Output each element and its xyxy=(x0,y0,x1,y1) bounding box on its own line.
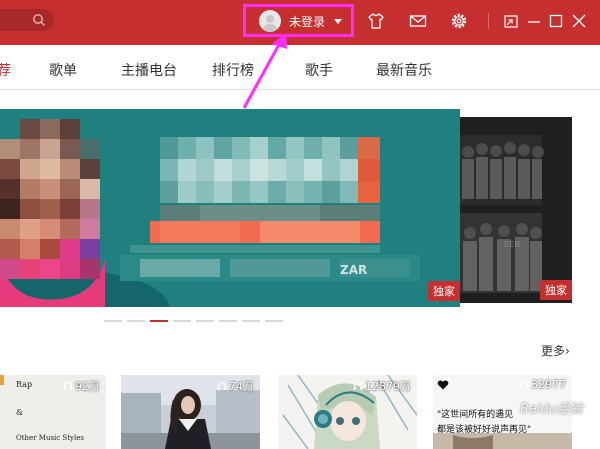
svg-text:EEN: EEN xyxy=(504,240,520,249)
search-icon xyxy=(33,14,45,26)
tab-recommend[interactable]: 荐 xyxy=(0,60,11,80)
play-count: 74万 xyxy=(217,378,254,394)
playlist-card[interactable]: 12879万 xyxy=(278,375,417,449)
title-bar: 未登录 xyxy=(0,0,600,45)
headphones-icon xyxy=(353,381,363,390)
cover-text: & xyxy=(16,408,24,417)
banner-main[interactable]: ZAR 独家 xyxy=(0,109,460,307)
play-count: 12879万 xyxy=(353,378,411,394)
heart-icon xyxy=(437,380,449,390)
play-count: 32977 xyxy=(519,378,566,391)
shirt-icon[interactable] xyxy=(366,11,386,31)
more-link[interactable]: 更多› xyxy=(541,342,570,359)
cover-text: Rap xyxy=(16,380,33,389)
carousel-dot-active[interactable] xyxy=(150,320,168,322)
carousel-dot[interactable] xyxy=(104,320,122,322)
carousel-dot[interactable] xyxy=(196,320,214,322)
minimize-icon[interactable] xyxy=(524,11,544,31)
headphones-icon xyxy=(519,379,529,388)
carousel-dot[interactable] xyxy=(127,320,145,322)
cover-text: 都是该被好好说声再见" xyxy=(437,425,532,435)
play-count: 92万 xyxy=(63,378,100,394)
close-icon[interactable] xyxy=(569,11,589,31)
carousel-dot[interactable] xyxy=(219,320,237,322)
mail-icon[interactable] xyxy=(408,11,428,31)
search-box[interactable] xyxy=(0,9,54,31)
maximize-icon[interactable] xyxy=(546,11,566,31)
chevron-right-icon: › xyxy=(565,344,570,358)
watermark: Baidu经验 xyxy=(520,402,583,417)
carousel-dot[interactable] xyxy=(242,320,260,322)
banner-image: ZAR xyxy=(0,119,420,307)
exclusive-badge: 独家 xyxy=(428,281,460,301)
cover-text: "这世间所有的遇见 xyxy=(437,410,514,420)
tab-charts[interactable]: 排行榜 xyxy=(212,60,254,80)
tab-new-music[interactable]: 最新音乐 xyxy=(376,60,432,80)
banner-side[interactable]: EEN 独家 xyxy=(460,117,572,303)
carousel-dot[interactable] xyxy=(265,320,283,322)
playlist-card[interactable]: 74万 xyxy=(121,375,260,449)
carousel-dot[interactable] xyxy=(173,320,191,322)
headphones-icon xyxy=(217,381,227,390)
highlight-box xyxy=(243,4,354,37)
nav-bar: 荐 歌单 主播电台 排行榜 歌手 最新音乐 xyxy=(0,45,600,90)
exclusive-badge-side: 独家 xyxy=(540,280,572,300)
tab-radio[interactable]: 主播电台 xyxy=(121,60,177,80)
settings-icon[interactable] xyxy=(449,11,469,31)
mini-mode-icon[interactable] xyxy=(501,11,521,31)
tab-playlists[interactable]: 歌单 xyxy=(49,60,77,80)
headphones-icon xyxy=(63,381,73,390)
cover-text: Other Music Styles xyxy=(16,434,84,442)
svg-text:ZAR: ZAR xyxy=(340,263,367,277)
tab-artists[interactable]: 歌手 xyxy=(305,60,333,80)
playlist-card[interactable]: Rap & Other Music Styles 92万 xyxy=(0,375,106,449)
banner-side-image: EEN xyxy=(460,135,544,293)
titlebar-separator xyxy=(488,13,489,29)
